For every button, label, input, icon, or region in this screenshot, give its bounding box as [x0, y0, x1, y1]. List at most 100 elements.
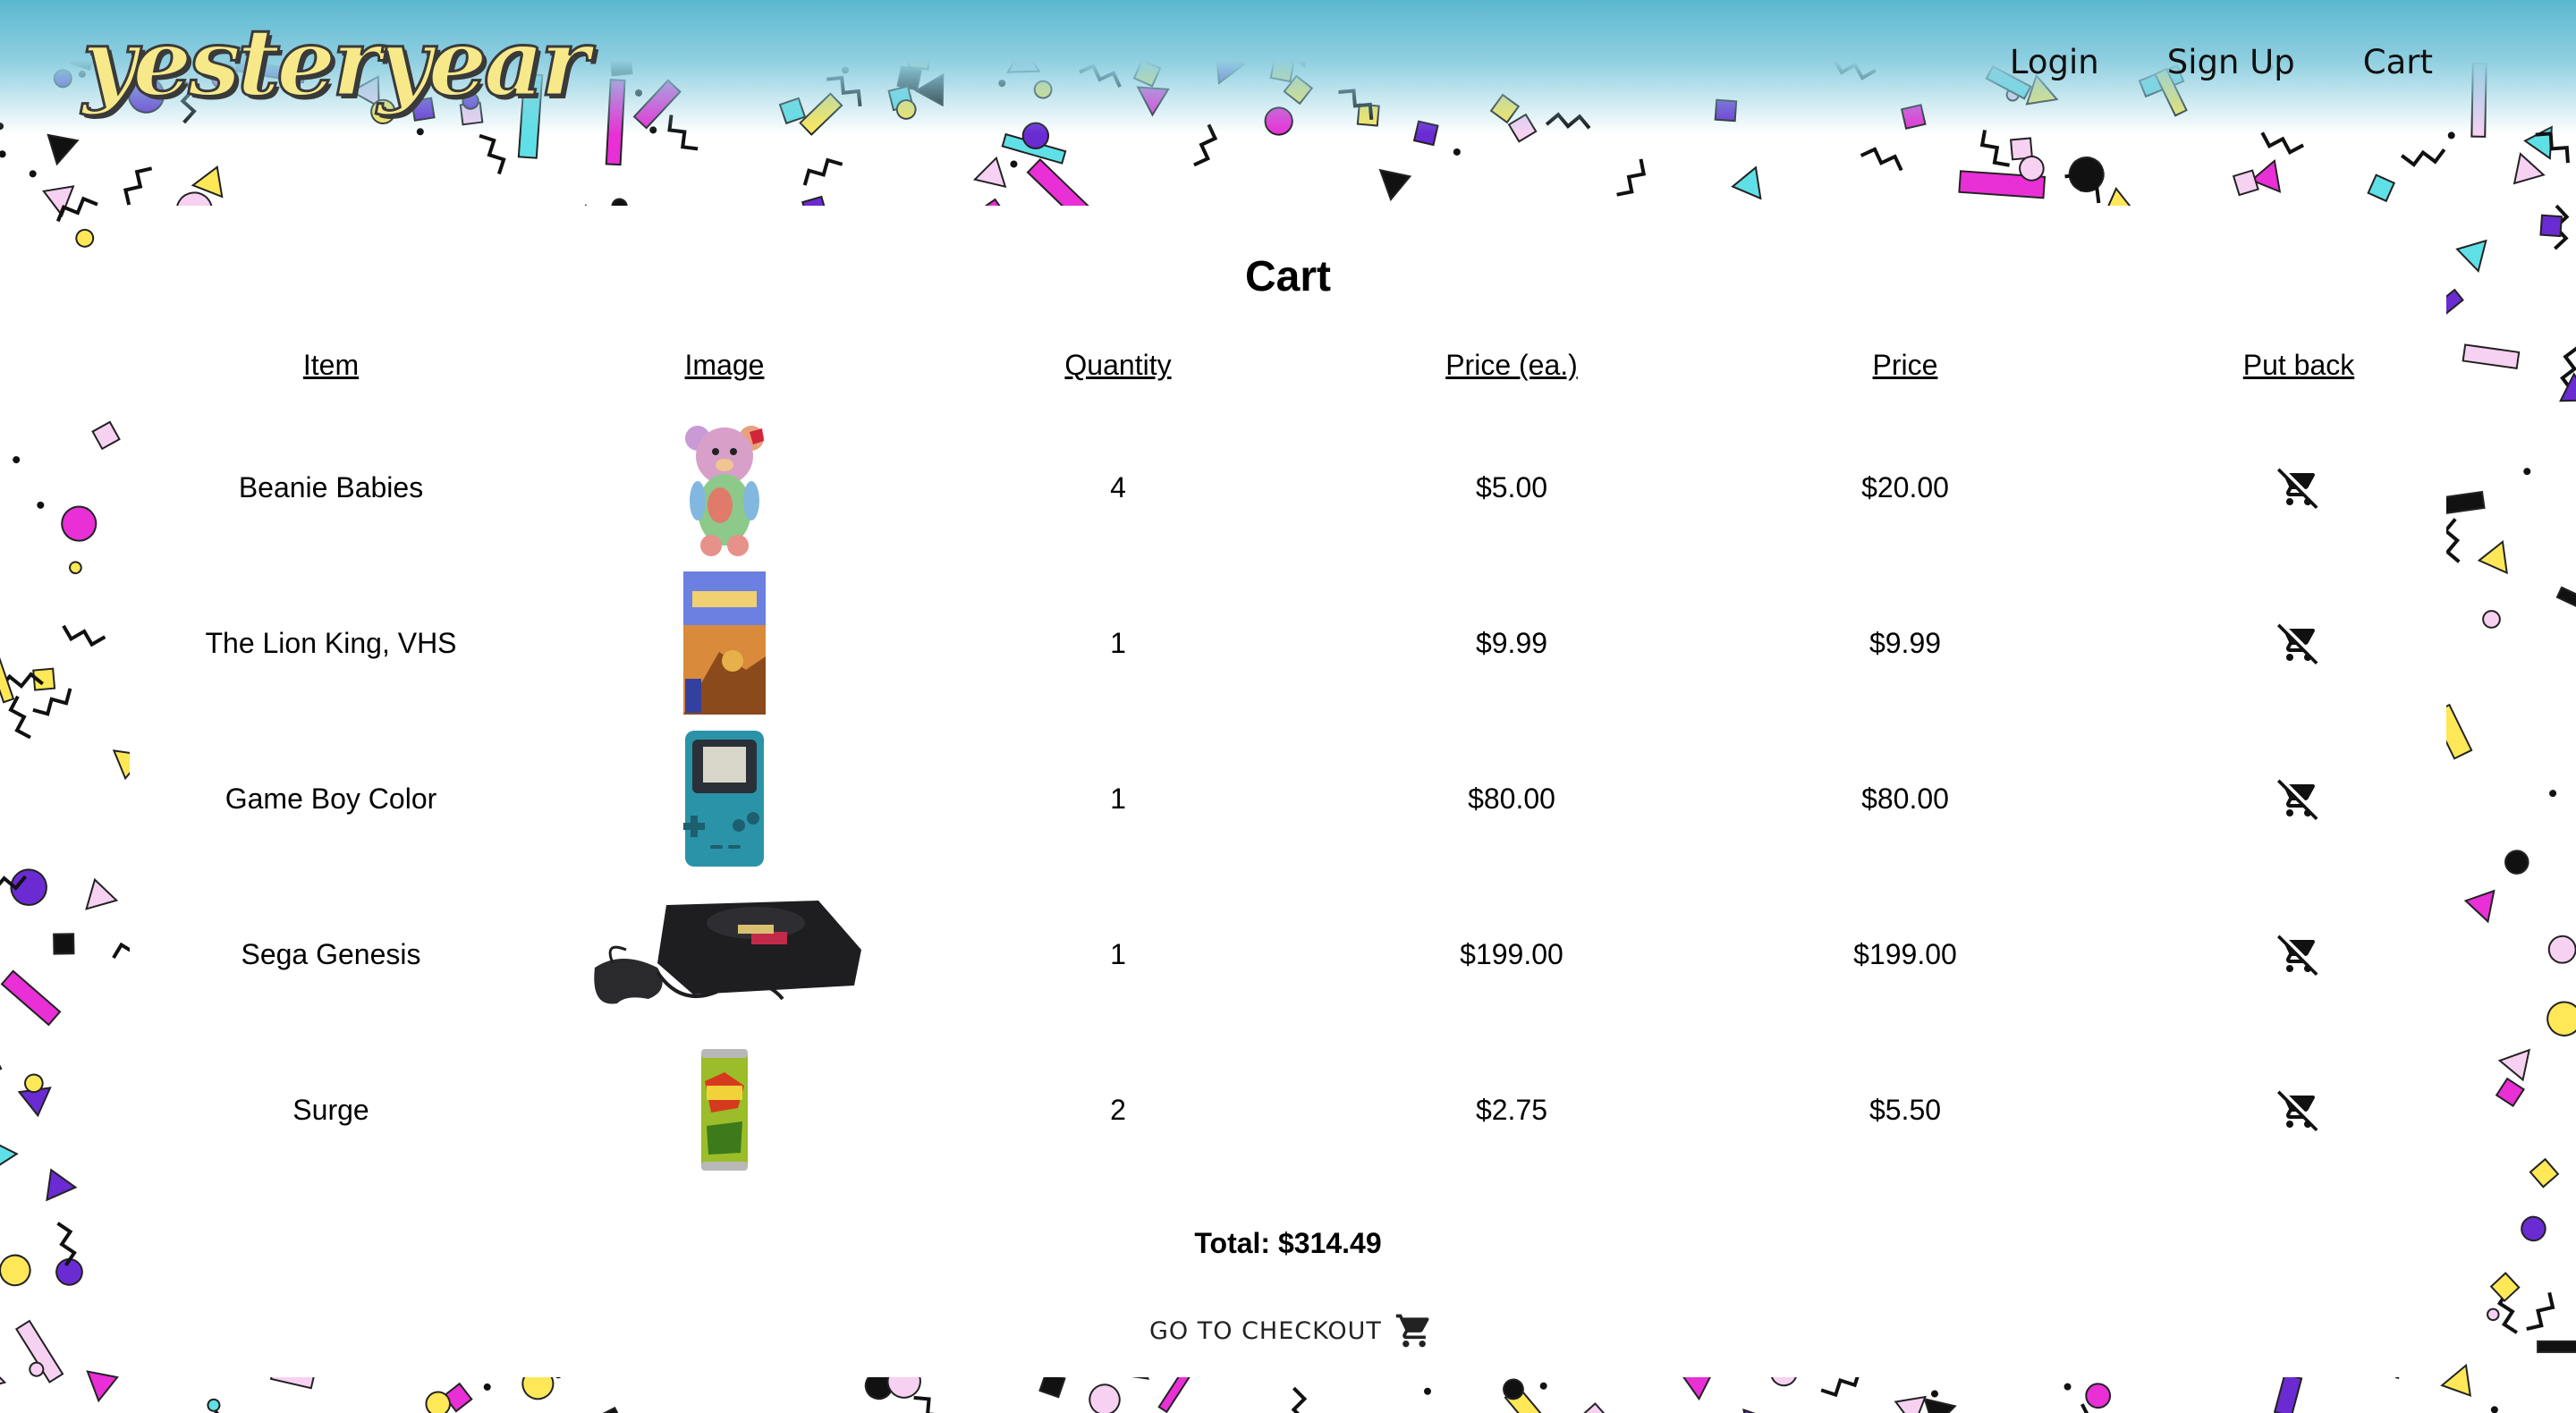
- confetti-shape: [1089, 1383, 1121, 1413]
- confetti-shape: [1579, 1402, 1610, 1413]
- confetti-shape: [0, 1053, 3, 1108]
- item-quantity: 1: [1110, 627, 1126, 659]
- remove-from-cart-icon: [2277, 779, 2318, 820]
- item-image-cell: [528, 567, 921, 719]
- confetti-shape: [483, 1383, 491, 1391]
- confetti-shape: [75, 228, 95, 248]
- confetti-shape: [2529, 1157, 2560, 1189]
- confetti-shape: [2539, 214, 2563, 238]
- item-price-total: $20.00: [1861, 471, 1949, 503]
- remove-from-cart-button[interactable]: [2277, 466, 2320, 509]
- nav-login-link[interactable]: Login: [2010, 43, 2099, 81]
- item-image-cell: [528, 411, 921, 563]
- remove-from-cart-icon: [2277, 935, 2318, 976]
- confetti-shape: [1616, 158, 1647, 197]
- confetti-shape: [2497, 1048, 2531, 1082]
- nav-cart-link[interactable]: Cart: [2363, 43, 2433, 81]
- put-back-cell: [2102, 933, 2496, 984]
- confetti-shape: [0, 1138, 19, 1172]
- confetti-shape: [2463, 889, 2496, 924]
- site-header: yesteryear Login Sign Up Cart: [0, 0, 2576, 134]
- header-item: Item: [302, 349, 360, 381]
- confetti-shape: [1894, 1395, 1928, 1413]
- site-logo[interactable]: yesteryear: [81, 0, 591, 125]
- confetti-shape: [2455, 239, 2487, 274]
- remove-from-cart-button[interactable]: [2277, 622, 2320, 664]
- confetti-shape: [2232, 169, 2259, 197]
- confetti-shape: [2495, 1077, 2525, 1107]
- header-quantity: Quantity: [1064, 349, 1172, 381]
- confetti-shape: [913, 1395, 945, 1413]
- header-image: Image: [684, 349, 765, 381]
- confetti-shape: [62, 624, 106, 647]
- item-price-each: $2.75: [1475, 1094, 1548, 1126]
- confetti-shape: [13, 456, 21, 464]
- confetti-shape: [802, 157, 843, 186]
- header-price-each: Price (ea.): [1445, 349, 1578, 381]
- cart-total: Total: $314.49: [1194, 1227, 1382, 1259]
- confetti-shape: [2555, 586, 2576, 619]
- confetti-shape: [8, 695, 31, 740]
- confetti-shape: [1453, 148, 1461, 156]
- checkout-button[interactable]: GO TO CHECKOUT: [1149, 1304, 1436, 1358]
- confetti-shape: [69, 561, 82, 575]
- confetti-shape: [2526, 1291, 2555, 1332]
- beanie-baby-image: [685, 426, 764, 556]
- confetti-shape: [2443, 518, 2461, 563]
- confetti-shape: [1291, 1386, 1308, 1413]
- put-back-cell: [2102, 777, 2496, 828]
- confetti-shape: [1731, 165, 1762, 200]
- confetti-shape: [1010, 160, 1018, 168]
- confetti-shape: [596, 1406, 625, 1413]
- confetti-shape: [86, 1370, 119, 1403]
- confetti-shape: [2546, 1001, 2576, 1036]
- confetti-shape: [2521, 1215, 2546, 1242]
- item-image-cell: [528, 723, 921, 875]
- confetti-shape: [1979, 130, 2010, 167]
- confetti-shape: [2489, 1272, 2521, 1303]
- confetti-shape: [972, 156, 1007, 189]
- confetti-shape: [123, 166, 153, 206]
- confetti-shape: [207, 1398, 221, 1412]
- confetti-shape: [2523, 468, 2531, 476]
- item-price-each: $5.00: [1475, 471, 1548, 503]
- item-price-total: $5.50: [1868, 1094, 1942, 1126]
- confetti-shape: [0, 969, 62, 1027]
- confetti-shape: [1378, 168, 1412, 202]
- confetti-shape: [1923, 1397, 1957, 1413]
- confetti-shape: [2260, 131, 2305, 155]
- item-name: Beanie Babies: [238, 471, 424, 503]
- item-name: The Lion King, VHS: [205, 627, 457, 659]
- item-name: Surge: [292, 1094, 369, 1126]
- put-back-cell: [2102, 1088, 2496, 1139]
- confetti-shape: [1424, 1387, 1431, 1395]
- remove-from-cart-button[interactable]: [2277, 777, 2320, 820]
- item-price-each: $9.99: [1475, 627, 1548, 659]
- remove-from-cart-button[interactable]: [2277, 1088, 2320, 1131]
- cart-panel: Cart Item Image Quantity Price (ea.) Pri…: [130, 206, 2446, 1377]
- confetti-shape: [0, 1254, 31, 1287]
- confetti-shape: [0, 1359, 7, 1392]
- confetti-shape: [29, 170, 37, 178]
- confetti-shape: [2504, 850, 2529, 875]
- confetti-shape: [2477, 539, 2508, 575]
- item-quantity: 2: [1110, 1094, 1126, 1126]
- confetti-shape: [2512, 152, 2546, 185]
- confetti-shape: [91, 420, 121, 451]
- confetti-shape: [1539, 1382, 1547, 1390]
- item-price-total: $80.00: [1861, 783, 1949, 815]
- item-price-total: $199.00: [1853, 938, 1957, 970]
- confetti-shape: [61, 505, 97, 542]
- confetti-shape: [1742, 1408, 1775, 1413]
- confetti-shape: [2549, 790, 2557, 798]
- nav-signup-link[interactable]: Sign Up: [2167, 43, 2295, 81]
- item-quantity: 4: [1110, 471, 1126, 503]
- confetti-shape: [2068, 1403, 2092, 1413]
- surge-can-image: [701, 1049, 748, 1171]
- confetti-shape: [2440, 1363, 2471, 1397]
- remove-from-cart-button[interactable]: [2277, 933, 2320, 976]
- game-boy-color-image: [683, 731, 764, 867]
- confetti-shape: [0, 622, 15, 704]
- confetti-shape: [85, 877, 119, 910]
- remove-from-cart-icon: [2277, 468, 2318, 509]
